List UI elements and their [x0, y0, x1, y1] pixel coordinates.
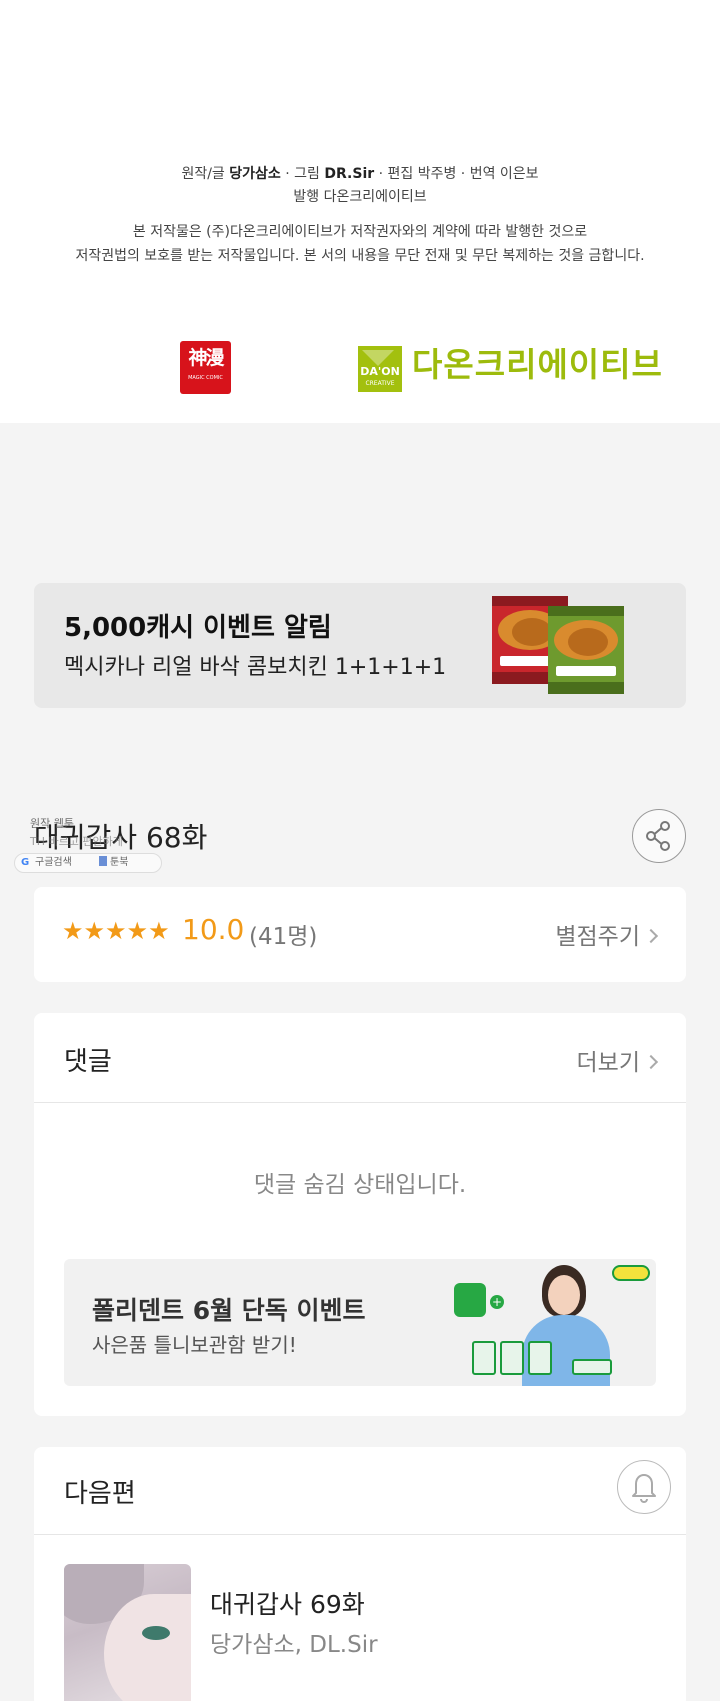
rating-card: ★★★★★ 10.0 (41명) 별점주기: [34, 887, 686, 982]
art-label: · 그림: [285, 166, 320, 182]
copyright-notice-1: 본 저작물은 (주)다온크리에이티브가 저작권자와의 계약에 따라 발행한 것으…: [132, 224, 588, 240]
comments-hidden-message: 댓글 숨김 상태입니다.: [253, 1172, 467, 1198]
comments-more-button[interactable]: 더보기: [576, 1043, 659, 1077]
polident-ad-image: +: [444, 1259, 656, 1386]
overlay-text-2: TH 바르고 편안하게: [30, 835, 123, 848]
next-divider: [34, 1534, 686, 1535]
book-icon: [99, 856, 107, 866]
editor-translator: · 편집 박주병 · 번역 이은보: [378, 166, 539, 182]
polident-badge: [612, 1265, 650, 1281]
rate-button[interactable]: 별점주기: [555, 917, 659, 951]
notify-button[interactable]: [617, 1460, 671, 1514]
rating-score: 10.0: [182, 913, 245, 946]
share-button[interactable]: [632, 809, 686, 863]
toonbook-label: 툰북: [110, 857, 129, 868]
chicken-product-image: [492, 596, 628, 696]
comments-more-label: 더보기: [576, 1050, 640, 1076]
event-banner[interactable]: 5,000캐시 이벤트 알림 멕시카나 리얼 바삭 콤보치킨 1+1+1+1: [34, 583, 686, 708]
google-icon: G: [21, 857, 30, 868]
plus-icon: +: [490, 1295, 504, 1309]
bell-icon: [631, 1473, 656, 1503]
overlay-text-1: 원작 웹툰: [30, 817, 74, 830]
comments-card: 댓글 더보기 댓글 숨김 상태입니다. 폴리덴트 6월 단독 이벤트 사은품 틀…: [34, 1013, 686, 1416]
toonbook-link[interactable]: 툰북: [99, 854, 128, 872]
next-episode-heading: 다음편: [64, 1479, 136, 1509]
rating-count: (41명): [249, 924, 318, 950]
daon-logo-mark: DA'ON CREATIVE: [358, 346, 402, 392]
daon-logo-text: 다온크리에이티브: [412, 345, 663, 384]
original-label: 원작/글: [181, 166, 225, 182]
daon-triangle-icon: [362, 350, 394, 366]
search-pill[interactable]: G 구글검색 툰북: [14, 853, 162, 873]
copyright-notice-2: 저작권법의 보호를 받는 저작물입니다. 본 서의 내용을 무단 전재 및 무단…: [75, 248, 645, 264]
event-title: 5,000캐시 이벤트 알림: [64, 613, 332, 643]
event-subtitle: 멕시카나 리얼 바삭 콤보치킨 1+1+1+1: [64, 655, 447, 680]
shenman-logo-sub: MAGIC COMIC: [188, 375, 223, 381]
ad-subtitle: 사은품 틀니보관함 받기!: [92, 1333, 297, 1357]
shenman-logo-text: 神漫: [188, 347, 224, 369]
credits-section: 원작/글 당가삼소 · 그림 DR.Sir · 편집 박주병 · 번역 이은보 …: [0, 0, 720, 423]
comments-divider: [34, 1102, 686, 1103]
rating-stars: ★★★★★: [62, 917, 170, 945]
daon-mark-text: DA'ON: [360, 365, 400, 378]
chevron-right-icon: [643, 1054, 659, 1070]
chevron-right-icon: [643, 928, 659, 944]
art-author: DR.Sir: [324, 166, 375, 182]
comments-title: 댓글: [64, 1047, 112, 1077]
next-episode-card: 다음편 대귀갑사 69화 당가삼소, DL.Sir: [34, 1447, 686, 1701]
google-search-label[interactable]: 구글검색: [35, 857, 72, 868]
denture-case-icon: [454, 1283, 486, 1317]
polident-ad-banner[interactable]: 폴리덴트 6월 단독 이벤트 사은품 틀니보관함 받기! +: [64, 1259, 656, 1386]
original-author: 당가삼소: [229, 166, 281, 182]
shenman-logo: 神漫 MAGIC COMIC: [180, 341, 231, 394]
credits-publisher: 발행 다온크리에이티브: [293, 189, 427, 205]
share-icon: [645, 820, 670, 851]
next-episode-thumbnail[interactable]: [64, 1564, 191, 1701]
rate-button-label: 별점주기: [555, 924, 640, 950]
next-episode-authors: 당가삼소, DL.Sir: [210, 1632, 378, 1658]
credits-line-authors: 원작/글 당가삼소 · 그림 DR.Sir · 편집 박주병 · 번역 이은보: [0, 164, 720, 184]
ad-title: 폴리덴트 6월 단독 이벤트: [92, 1296, 366, 1325]
daon-mark-sub: CREATIVE: [365, 380, 395, 387]
polident-products: [472, 1341, 622, 1377]
chicken-pack-green: [548, 606, 624, 694]
next-episode-title[interactable]: 대귀갑사 69화: [210, 1585, 365, 1621]
